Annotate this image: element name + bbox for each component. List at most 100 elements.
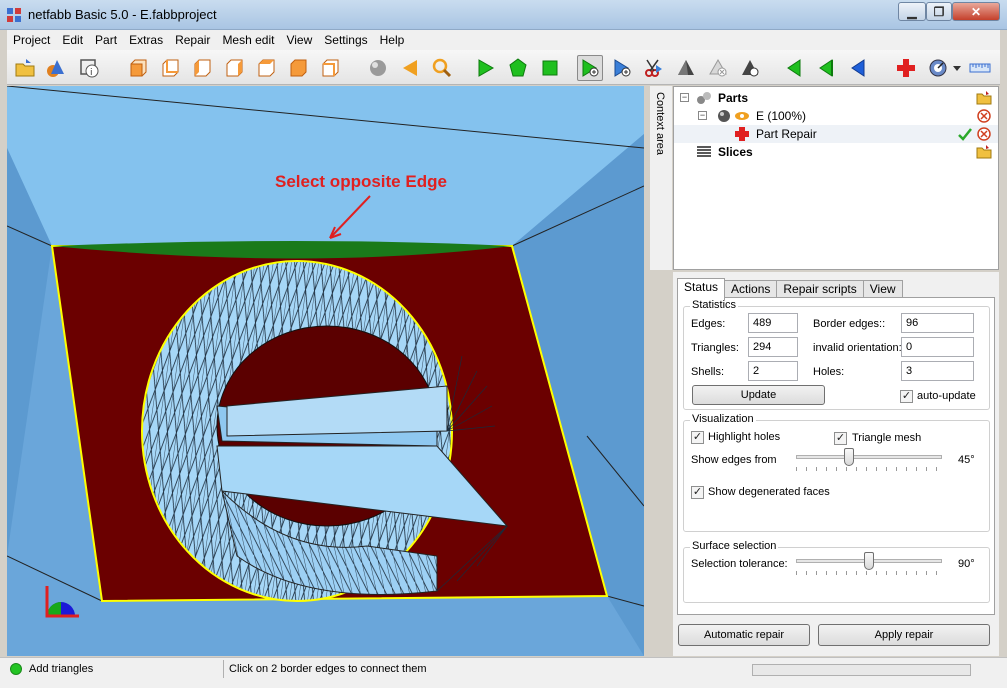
flip-icon[interactable] [781, 55, 807, 81]
svg-text:i: i [90, 68, 93, 78]
gauge-icon[interactable] [925, 55, 951, 81]
add-part-icon[interactable] [43, 55, 69, 81]
project-tree: − Parts − E (100%) Part Repair Slices [673, 86, 999, 270]
eye-icon[interactable] [734, 108, 750, 124]
collapse-icon[interactable]: − [698, 111, 707, 120]
menu-edit[interactable]: Edit [56, 30, 89, 50]
visualization-title: Visualization [690, 413, 756, 425]
view-back-icon[interactable] [157, 55, 183, 81]
collapse-icon[interactable]: − [680, 93, 689, 102]
select-triangles-icon[interactable] [397, 55, 423, 81]
menu-part[interactable]: Part [89, 30, 123, 50]
surface-selection-title: Surface selection [690, 540, 779, 552]
apply-repair-button[interactable]: Apply repair [818, 624, 990, 646]
menu-extras[interactable]: Extras [123, 30, 169, 50]
menu-project[interactable]: Project [7, 30, 56, 50]
blue-flip-icon[interactable] [845, 55, 871, 81]
status-indicator-icon [10, 663, 22, 675]
zoom-icon[interactable] [429, 55, 455, 81]
maximize-button[interactable]: ❐ [926, 2, 952, 21]
apply-checkmark-icon[interactable] [957, 126, 973, 142]
view-3d-icon[interactable] [317, 55, 343, 81]
measure-ruler-icon[interactable] [967, 55, 993, 81]
show-edges-value: 45° [958, 454, 975, 466]
menu-repair[interactable]: Repair [169, 30, 216, 50]
show-edges-slider[interactable] [796, 455, 942, 459]
show-edges-slider-thumb[interactable] [843, 448, 854, 466]
part-sphere-icon [718, 110, 730, 122]
slices-icon [697, 146, 711, 157]
parts-icon [697, 92, 711, 104]
cut-icon[interactable] [641, 55, 667, 81]
triangle-mesh-checkbox[interactable]: ✓ [834, 432, 847, 445]
window-title: netfabb Basic 5.0 - E.fabbproject [28, 7, 217, 22]
part-label: E (100%) [756, 109, 807, 123]
edges-value: 489 [748, 313, 798, 333]
menu-help[interactable]: Help [374, 30, 411, 50]
shaded-view-icon[interactable] [365, 55, 391, 81]
menu-mesh-edit[interactable]: Mesh edit [216, 30, 280, 50]
triangles-value: 294 [748, 337, 798, 357]
context-area-label: Context area [654, 92, 666, 155]
toolbar: i [7, 50, 1000, 85]
show-edges-label: Show edges from [691, 454, 777, 466]
view-left-icon[interactable] [189, 55, 215, 81]
repair-tabs: Status Actions Repair scripts View [677, 278, 903, 300]
add-triangles-icon[interactable] [577, 55, 603, 81]
tree-item-slices[interactable]: Slices [674, 143, 998, 161]
view-bottom-icon[interactable] [285, 55, 311, 81]
automatic-repair-button[interactable]: Automatic repair [678, 624, 810, 646]
close-button[interactable]: ✕ [952, 2, 1000, 21]
invert-icon[interactable] [813, 55, 839, 81]
select-triangle-icon[interactable] [473, 55, 499, 81]
slices-label: Slices [718, 145, 753, 159]
annotation-text: Select opposite Edge [275, 172, 447, 191]
status-mode: Add triangles [29, 663, 94, 675]
remove-triangle-icon[interactable] [705, 55, 731, 81]
menu-bar: Project Edit Part Extras Repair Mesh edi… [7, 30, 1000, 50]
pyramid-icon[interactable] [673, 55, 699, 81]
parts-label: Parts [718, 91, 749, 105]
context-area-tab[interactable]: Context area [650, 86, 672, 270]
edges-label: Edges: [691, 318, 726, 330]
netfabb-app-icon [7, 8, 21, 22]
tree-item-part-repair[interactable]: Part Repair [674, 125, 998, 143]
status-hint: Click on 2 border edges to connect them [229, 663, 427, 675]
open-project-icon[interactable] [12, 55, 38, 81]
selection-tolerance-label: Selection tolerance: [691, 558, 788, 570]
repair-cross-icon[interactable] [893, 55, 919, 81]
degenerated-faces-checkbox[interactable]: ✓ [691, 486, 704, 499]
repair-panel: Status Actions Repair scripts View Stati… [673, 272, 999, 656]
tab-status[interactable]: Status [677, 278, 726, 300]
menu-settings[interactable]: Settings [318, 30, 373, 50]
status-tab-page: Statistics Edges: 489 Triangles: 294 She… [677, 297, 995, 615]
auto-update-checkbox[interactable]: ✓ [900, 390, 913, 403]
cancel-repair-icon[interactable] [976, 126, 992, 142]
title-bar: netfabb Basic 5.0 - E.fabbproject ▁ ❐ ✕ [0, 0, 1007, 30]
menu-view[interactable]: View [280, 30, 318, 50]
minimize-button[interactable]: ▁ [898, 2, 926, 21]
folder-open-icon[interactable] [976, 144, 992, 160]
status-separator [223, 660, 224, 678]
select-surface-icon[interactable] [537, 55, 563, 81]
view-right-icon[interactable] [221, 55, 247, 81]
select-shell-icon[interactable] [505, 55, 531, 81]
chevron-down-icon[interactable] [951, 55, 963, 81]
folder-open-icon[interactable] [976, 90, 992, 106]
3d-viewport[interactable]: Select opposite Edge [7, 86, 644, 656]
visualization-group: Visualization ✓ Highlight holes ✓ Triang… [683, 413, 990, 532]
update-button[interactable]: Update [692, 385, 825, 405]
tree-item-part-e[interactable]: − E (100%) [674, 107, 998, 125]
surface-selection-group: Surface selection Selection tolerance: 9… [683, 540, 990, 603]
remove-icon[interactable] [976, 108, 992, 124]
selection-tolerance-slider-thumb[interactable] [864, 552, 874, 570]
view-front-icon[interactable] [125, 55, 151, 81]
view-top-icon[interactable] [253, 55, 279, 81]
stitch-icon[interactable] [737, 55, 763, 81]
degenerated-faces-label: Show degenerated faces [708, 486, 830, 498]
shells-label: Shells: [691, 366, 725, 378]
tree-item-parts[interactable]: − Parts [674, 89, 998, 107]
highlight-holes-checkbox[interactable]: ✓ [691, 431, 704, 444]
part-info-icon[interactable]: i [76, 55, 102, 81]
add-triangle-blue-icon[interactable] [609, 55, 635, 81]
